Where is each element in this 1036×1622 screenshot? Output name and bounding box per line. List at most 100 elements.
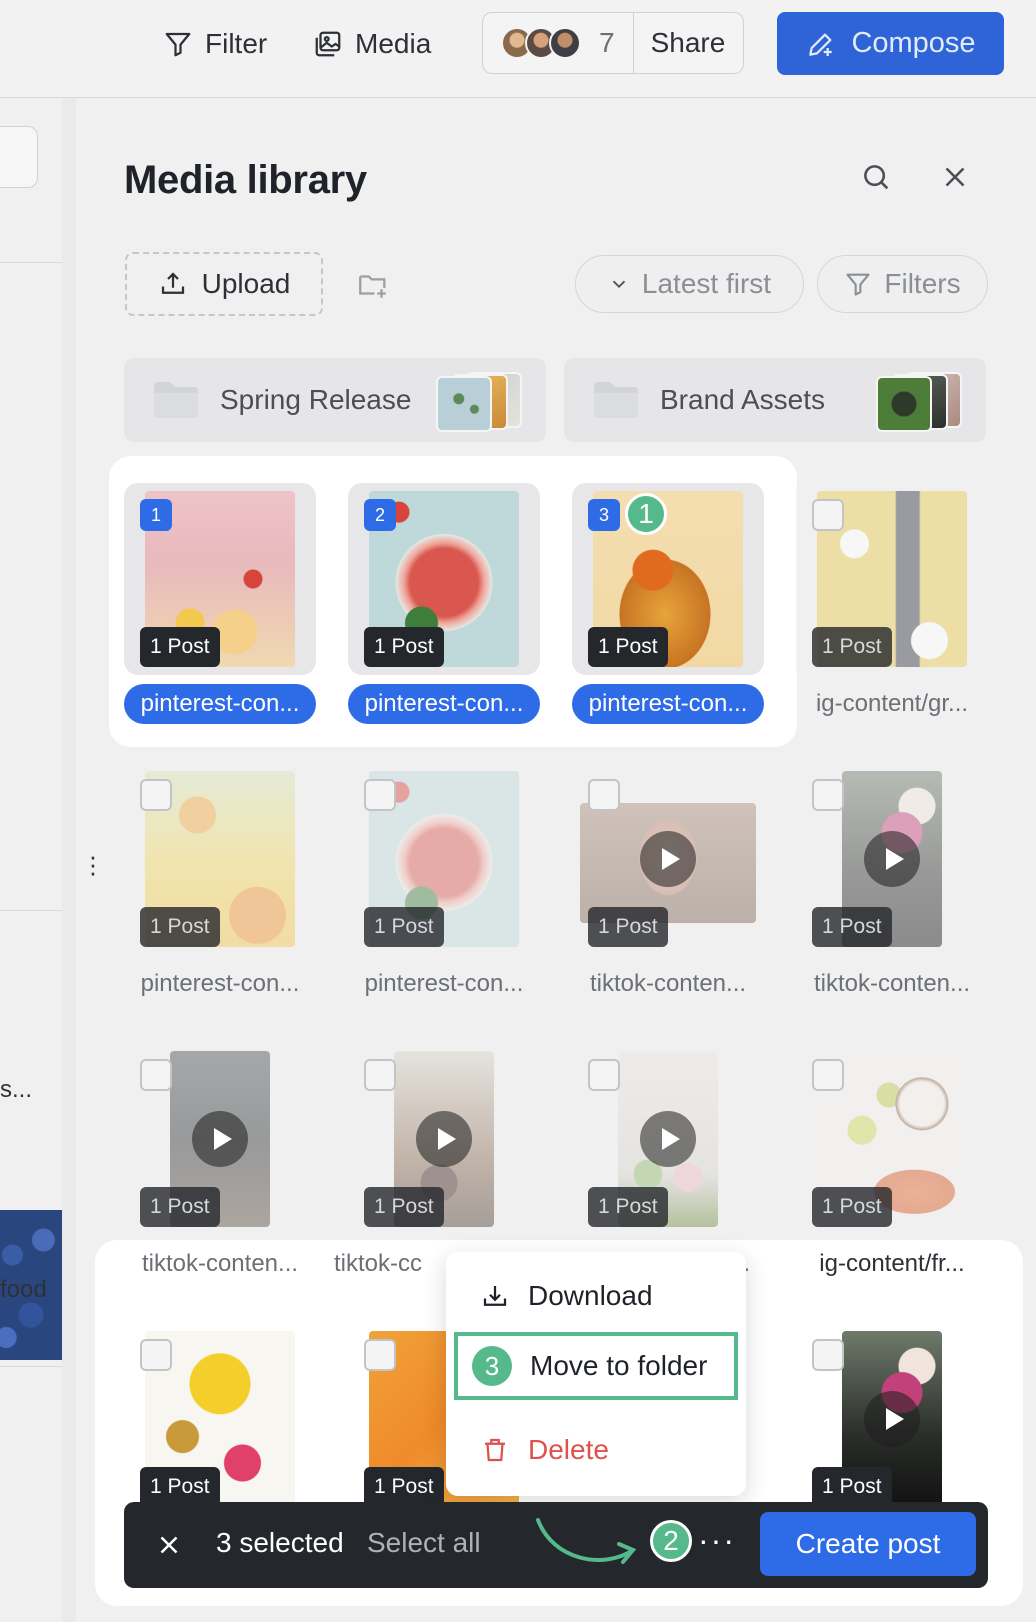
media-item[interactable]: 1 Post <box>572 1043 764 1235</box>
select-checkbox[interactable] <box>140 1339 172 1371</box>
media-item[interactable]: 1 1 Post <box>124 483 316 675</box>
post-count-badge: 1 Post <box>140 627 220 667</box>
folder-name: Spring Release <box>220 384 412 415</box>
collaborators-share-group: 7 Share <box>482 12 744 74</box>
media-icon <box>315 31 341 57</box>
divider <box>0 1366 62 1367</box>
trash-icon <box>485 1438 505 1462</box>
folder-preview <box>872 370 968 432</box>
compose-label: Compose <box>851 27 976 59</box>
avatar <box>549 27 581 59</box>
post-count-badge: 1 Post <box>364 907 444 947</box>
folder-card[interactable]: Brand Assets <box>564 358 986 442</box>
media-item[interactable]: 1 Post <box>348 1043 540 1235</box>
selection-order-badge: 3 <box>588 499 620 531</box>
search-icon[interactable] <box>859 160 893 194</box>
play-icon <box>864 1391 920 1447</box>
background-item-label: food <box>0 1276 47 1303</box>
select-checkbox[interactable] <box>812 779 844 811</box>
background-page: s... food <box>0 98 62 1622</box>
more-actions-button[interactable]: ··· <box>698 1522 736 1559</box>
upload-button[interactable]: Upload <box>125 252 323 316</box>
page-title: Media library <box>124 158 367 202</box>
media-item[interactable]: 2 1 Post <box>348 483 540 675</box>
media-item[interactable]: 1 Post <box>124 763 316 955</box>
post-count-badge: 1 Post <box>812 1187 892 1227</box>
selection-order-badge: 1 <box>140 499 172 531</box>
select-checkbox[interactable] <box>812 1059 844 1091</box>
resize-handle-icon[interactable]: · · · <box>83 843 103 885</box>
post-count-badge: 1 Post <box>140 1467 220 1507</box>
filter-icon <box>846 273 870 296</box>
select-all-button[interactable]: Select all <box>367 1527 481 1559</box>
top-toolbar: Filter Media 7 Share Compose <box>0 0 1036 98</box>
sort-dropdown[interactable]: Latest first <box>575 255 804 313</box>
select-checkbox[interactable] <box>588 1059 620 1091</box>
media-item[interactable]: 1 Post <box>796 1323 988 1515</box>
media-item[interactable]: 1 Post <box>572 763 764 955</box>
post-count-badge: 1 Post <box>364 1467 444 1507</box>
filters-button[interactable]: Filters <box>817 255 988 313</box>
divider <box>0 910 62 911</box>
divider <box>632 13 634 73</box>
select-checkbox[interactable] <box>140 779 172 811</box>
sort-label: Latest first <box>641 268 772 299</box>
filters-label: Filters <box>884 268 961 299</box>
share-button[interactable]: Share <box>651 27 726 59</box>
media-filename[interactable]: pinterest-con... <box>348 964 540 1004</box>
media-filename[interactable]: tiktok-conten... <box>124 1244 316 1284</box>
media-filename[interactable]: tiktok-conten... <box>572 964 764 1004</box>
post-count-badge: 1 Post <box>588 907 668 947</box>
compose-icon <box>809 33 833 56</box>
select-checkbox[interactable] <box>812 499 844 531</box>
folder-preview <box>432 370 528 432</box>
chevron-down-icon <box>612 280 626 289</box>
media-item[interactable]: 3 1 Post <box>572 483 764 675</box>
media-item[interactable]: 1 Post <box>124 1043 316 1235</box>
media-item[interactable]: 1 Post <box>124 1323 316 1515</box>
select-checkbox[interactable] <box>364 1059 396 1091</box>
selection-order-badge: 2 <box>364 499 396 531</box>
media-filename[interactable]: ig-content/gr... <box>796 684 988 724</box>
media-filename[interactable]: pinterest-con... <box>572 684 764 724</box>
media-item[interactable]: 1 Post <box>796 483 988 675</box>
post-count-badge: 1 Post <box>140 1187 220 1227</box>
media-item[interactable]: 1 Post <box>796 1043 988 1235</box>
menu-item-delete[interactable]: Delete <box>446 1416 746 1484</box>
post-count-badge: 1 Post <box>812 627 892 667</box>
selected-count: 3 selected <box>216 1527 344 1558</box>
new-folder-icon[interactable] <box>356 268 390 302</box>
close-icon[interactable] <box>154 1530 184 1560</box>
play-icon <box>192 1111 248 1167</box>
step-callout: 2 <box>650 1520 692 1562</box>
menu-item-move-to-folder[interactable]: 3 Move to folder <box>454 1332 738 1400</box>
media-item[interactable]: 1 Post <box>348 763 540 955</box>
step-callout: 3 <box>472 1346 512 1386</box>
menu-item-download[interactable]: Download <box>446 1262 746 1330</box>
create-post-button[interactable]: Create post <box>760 1512 976 1576</box>
media-filename[interactable]: pinterest-con... <box>124 964 316 1004</box>
media-filename[interactable]: pinterest-con... <box>348 684 540 724</box>
upload-icon <box>161 272 184 294</box>
media-filename[interactable]: pinterest-con... <box>124 684 316 724</box>
background-button[interactable] <box>0 126 38 188</box>
select-checkbox[interactable] <box>364 1339 396 1371</box>
media-filename[interactable]: ig-content/fr... <box>796 1244 988 1284</box>
select-checkbox[interactable] <box>812 1339 844 1371</box>
filter-button[interactable]: Filter <box>163 22 267 66</box>
media-filename[interactable]: tiktok-cc <box>334 1244 442 1284</box>
folder-card[interactable]: Spring Release <box>124 358 546 442</box>
post-count-badge: 1 Post <box>812 1467 892 1507</box>
media-button[interactable]: Media <box>313 22 431 66</box>
collaborator-avatars[interactable] <box>501 27 581 59</box>
media-filename[interactable]: tiktok-conten... <box>796 964 988 1004</box>
compose-button[interactable]: Compose <box>777 12 1004 75</box>
filter-icon <box>165 32 191 57</box>
play-icon <box>640 831 696 887</box>
select-checkbox[interactable] <box>140 1059 172 1091</box>
close-icon[interactable] <box>938 160 972 194</box>
select-checkbox[interactable] <box>588 779 620 811</box>
media-item[interactable]: 1 Post <box>796 763 988 955</box>
upload-label: Upload <box>201 268 291 299</box>
select-checkbox[interactable] <box>364 779 396 811</box>
